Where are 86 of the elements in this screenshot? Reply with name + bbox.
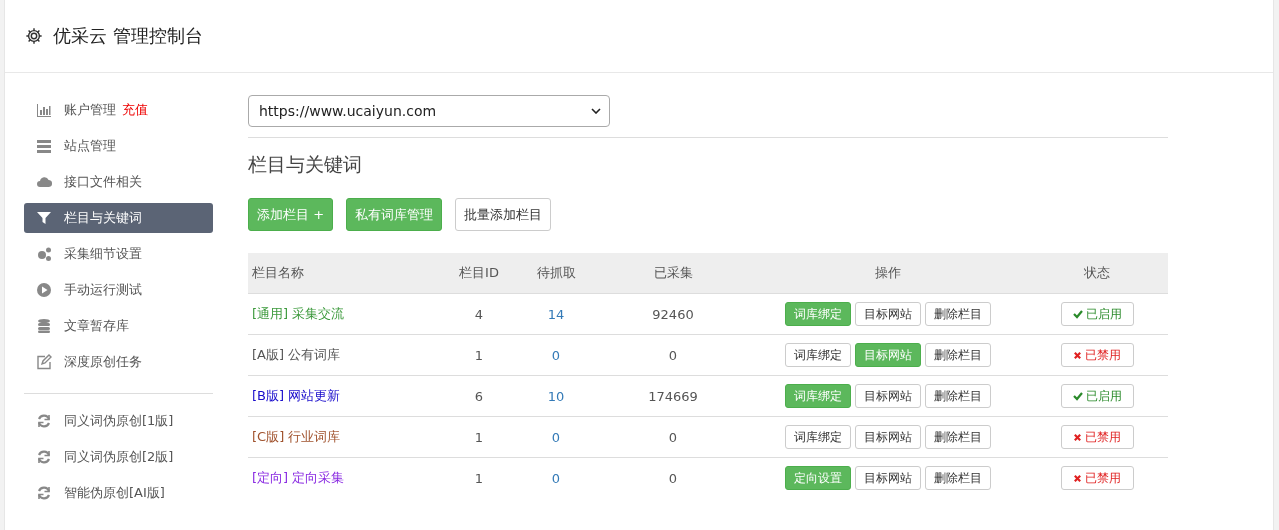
edit-icon (36, 354, 52, 370)
bars-icon (36, 102, 52, 118)
table-cell: 174669 (597, 375, 749, 417)
site-select[interactable]: https://www.ucaiyun.com (248, 95, 610, 127)
action-button[interactable]: 删除栏目 (924, 466, 991, 490)
table-cell: 0 (597, 457, 749, 498)
chevron-down-icon (591, 108, 601, 114)
column-name-link[interactable]: [C版] 行业词库 (252, 429, 341, 444)
status-button[interactable]: 已禁用 (1060, 466, 1134, 490)
column-name-link[interactable]: [通用] 采集交流 (252, 306, 345, 321)
table-cell: 1 (443, 334, 515, 376)
close-icon (1073, 350, 1082, 360)
sidebar-item[interactable]: 站点管理 (24, 131, 213, 161)
database-icon (36, 318, 52, 334)
action-button[interactable]: 目标网站 (854, 302, 921, 326)
action-button[interactable]: 删除栏目 (924, 343, 991, 367)
table-cell: 0 (597, 334, 749, 376)
item-label: 同义词伪原创[1版] (64, 412, 174, 430)
table-cell: 6 (443, 375, 515, 417)
action-button[interactable]: 目标网站 (854, 425, 921, 449)
play-icon (36, 282, 52, 298)
column-header: 栏目ID (443, 253, 515, 294)
table-cell: 10 (515, 375, 597, 417)
column-header: 状态 (1026, 253, 1168, 294)
check-icon (1072, 391, 1083, 401)
action-button[interactable]: 删除栏目 (924, 302, 991, 326)
table-cell: 1 (443, 457, 515, 498)
sidebar-item[interactable]: 接口文件相关 (24, 167, 213, 197)
settings-icon (25, 27, 43, 45)
item-label: 同义词伪原创[2版] (64, 448, 174, 466)
item-label: 深度原创任务 (64, 353, 142, 371)
refresh-icon (36, 449, 52, 465)
action-button[interactable]: 删除栏目 (924, 425, 991, 449)
item-label: 文章暂存库 (64, 317, 129, 335)
console-title: 优采云 管理控制台 (53, 24, 203, 48)
column-header: 待抓取 (515, 253, 597, 294)
check-icon (1072, 309, 1083, 319)
sidebar-item[interactable]: 手动运行测试 (24, 275, 213, 305)
sidebar-item[interactable]: 账户管理 充值 (24, 95, 213, 125)
table-cell: 0 (515, 334, 597, 376)
table-cell: 0 (515, 416, 597, 458)
sidebar-item[interactable]: 智能伪原创[AI版] (24, 478, 213, 508)
sidebar-item[interactable]: 栏目与关键词 (24, 203, 213, 233)
sidebar-item[interactable]: 采集细节设置 (24, 239, 213, 269)
server-icon (36, 138, 52, 154)
table-cell: 0 (597, 416, 749, 458)
column-name-link[interactable]: [A版] 公有词库 (252, 347, 341, 362)
status-button[interactable]: 已启用 (1060, 302, 1134, 326)
item-label: 站点管理 (64, 137, 116, 155)
status-button[interactable]: 已禁用 (1060, 343, 1134, 367)
action-button[interactable]: 词库绑定 (784, 425, 851, 449)
sidebar-item[interactable]: 深度原创任务 (24, 347, 213, 377)
column-header: 已采集 (597, 253, 749, 294)
item-label: 接口文件相关 (64, 173, 142, 191)
sidebar-item[interactable]: 文章暂存库 (24, 311, 213, 341)
cloud-icon (36, 174, 52, 190)
close-icon (1073, 473, 1082, 483)
action-button[interactable]: 目标网站 (854, 384, 921, 408)
action-button[interactable]: 词库绑定 (784, 343, 851, 367)
column-header: 操作 (749, 253, 1026, 294)
item-label: 采集细节设置 (64, 245, 142, 263)
item-label: 栏目与关键词 (64, 209, 142, 227)
section-title: 栏目与关键词 (248, 152, 363, 177)
recharge-link[interactable]: 充值 (122, 101, 148, 119)
item-label: 手动运行测试 (64, 281, 142, 299)
table-cell: 1 (443, 416, 515, 458)
item-label: 账户管理 (64, 101, 116, 119)
close-icon (1073, 432, 1082, 442)
table-cell: 0 (515, 457, 597, 498)
refresh-icon (36, 413, 52, 429)
toolbar-button[interactable]: 批量添加栏目 (455, 198, 552, 231)
action-button[interactable]: 删除栏目 (924, 384, 991, 408)
status-button[interactable]: 已禁用 (1060, 425, 1134, 449)
sidebar-item[interactable]: 同义词伪原创[1版] (24, 406, 213, 436)
action-button[interactable]: 目标网站 (854, 466, 921, 490)
column-header: 栏目名称 (248, 253, 443, 294)
status-button[interactable]: 已启用 (1060, 384, 1134, 408)
filter-icon (36, 210, 52, 226)
sidebar-item[interactable]: 同义词伪原创[2版] (24, 442, 213, 472)
item-label: 智能伪原创[AI版] (64, 484, 165, 502)
table-cell: 14 (515, 293, 597, 335)
table-cell: 92460 (597, 293, 749, 335)
column-name-link[interactable]: [定向] 定向采集 (252, 470, 345, 485)
table-cell: 4 (443, 293, 515, 335)
column-name-link[interactable]: [B版] 网站更新 (252, 388, 341, 403)
refresh-icon (36, 485, 52, 501)
